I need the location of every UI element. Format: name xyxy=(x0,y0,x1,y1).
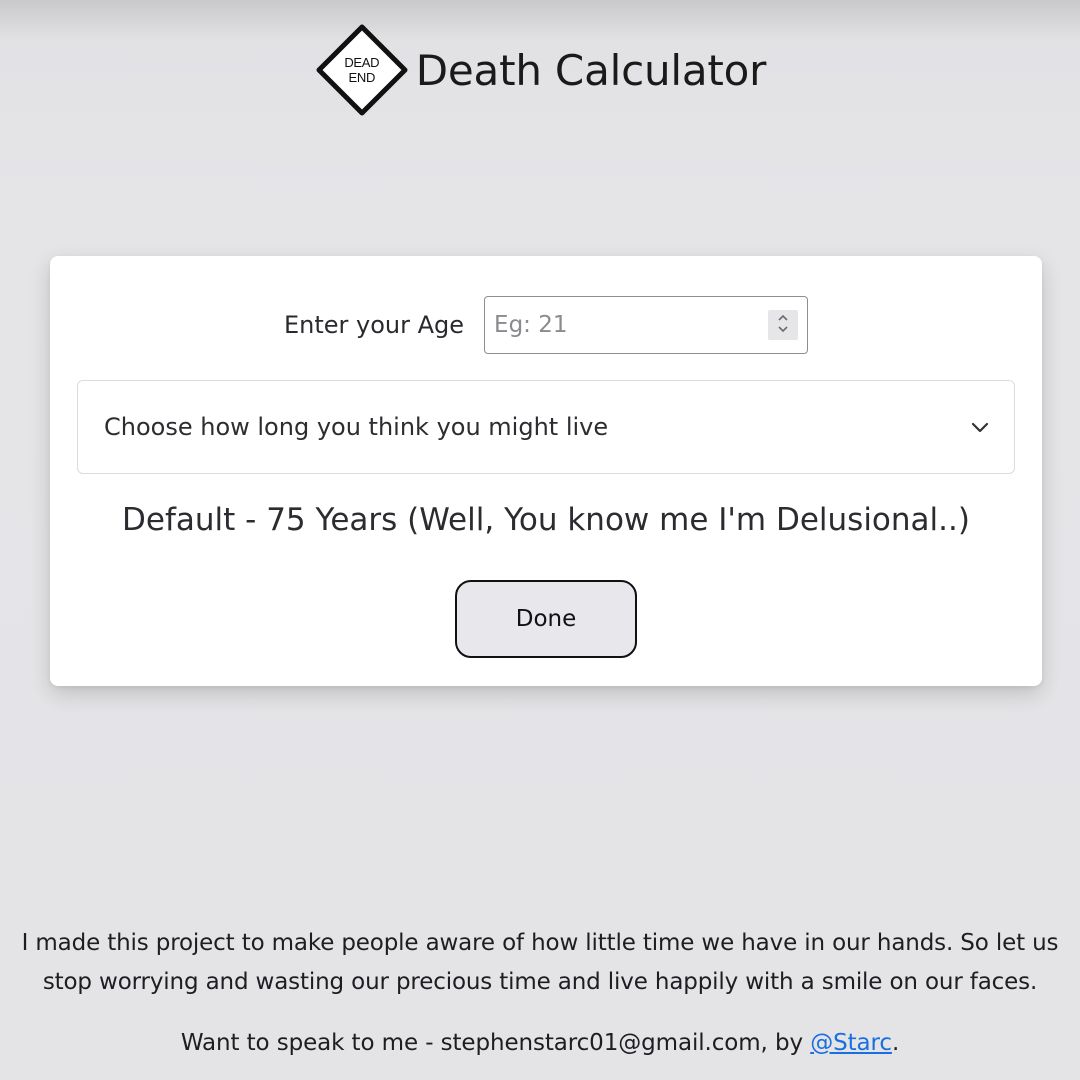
footer-contact: Want to speak to me - stephenstarc01@gma… xyxy=(0,1030,1080,1056)
contact-suffix: . xyxy=(891,1030,900,1056)
age-row: Enter your Age xyxy=(50,296,1042,354)
logo-line-2: END xyxy=(348,70,376,85)
age-spinner[interactable] xyxy=(768,310,799,340)
author-link[interactable]: @Starc xyxy=(810,1030,892,1056)
footer-message: I made this project to make people aware… xyxy=(21,930,1059,995)
done-button[interactable]: Done xyxy=(455,580,637,658)
contact-text: Want to speak to me - stephenstarc01@gma… xyxy=(180,1030,811,1056)
lifespan-select-text: Choose how long you think you might live xyxy=(104,413,609,441)
page-title: Death Calculator xyxy=(415,45,767,95)
header: DEAD END Death Calculator xyxy=(0,22,1080,118)
logo-text: DEAD END xyxy=(314,22,410,118)
calculator-card: Enter your Age Choose how long you think… xyxy=(50,256,1042,686)
dead-end-sign-icon: DEAD END xyxy=(314,22,410,118)
chevron-up-icon[interactable] xyxy=(777,314,789,325)
age-label: Enter your Age xyxy=(283,311,465,339)
chevron-down-icon[interactable] xyxy=(777,325,789,336)
age-field[interactable] xyxy=(484,296,809,354)
default-lifespan-text: Default - 75 Years (Well, You know me I'… xyxy=(122,502,970,538)
logo-line-1: DEAD xyxy=(344,55,380,70)
lifespan-select[interactable]: Choose how long you think you might live xyxy=(77,380,1015,474)
age-input[interactable] xyxy=(485,297,808,353)
chevron-down-icon xyxy=(970,420,990,434)
